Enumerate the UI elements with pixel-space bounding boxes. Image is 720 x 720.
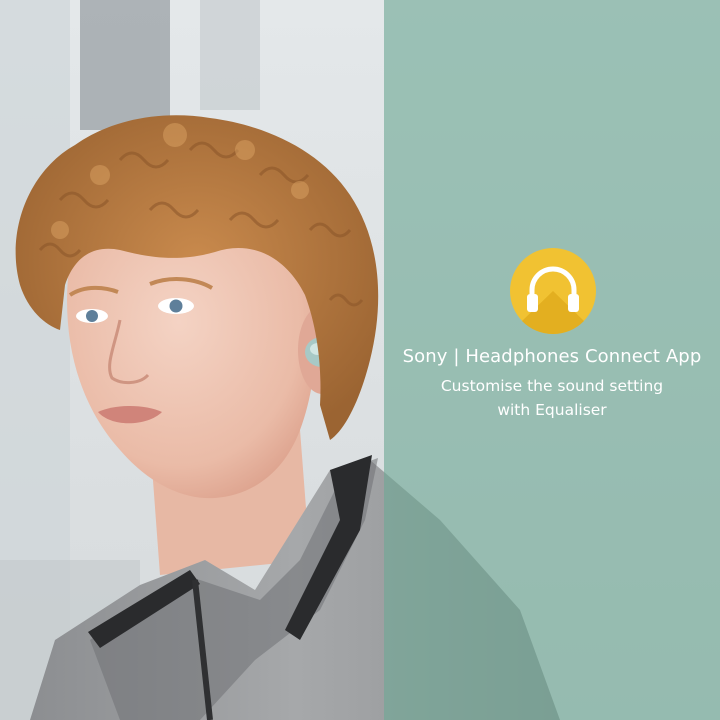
subtitle-line-2: with Equaliser (497, 401, 607, 419)
headphones-icon (510, 248, 596, 334)
subtitle-line-1: Customise the sound setting (440, 377, 664, 395)
app-title: Sony | Headphones Connect App (402, 346, 702, 367)
product-image: Sony | Headphones Connect App Customise … (0, 0, 720, 720)
app-subtitle: Customise the sound setting with Equalis… (384, 374, 720, 422)
